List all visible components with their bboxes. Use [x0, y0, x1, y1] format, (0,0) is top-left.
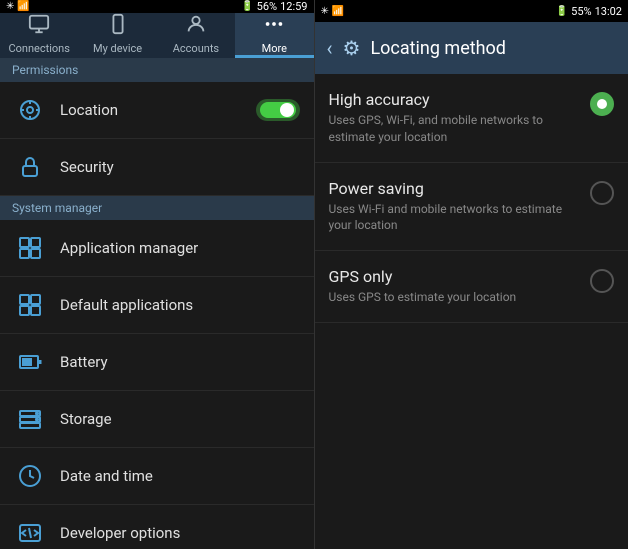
high-accuracy-text: High accuracy Uses GPS, Wi-Fi, and mobil… — [329, 90, 581, 146]
left-panel: ✳ 📶 🔋 56% 12:59 Connections My devic — [0, 0, 314, 549]
locating-option-high-accuracy[interactable]: High accuracy Uses GPS, Wi-Fi, and mobil… — [315, 74, 628, 163]
right-battery-icon: 🔋 — [556, 6, 568, 17]
tab-more-label: More — [262, 42, 287, 55]
gps-only-title: GPS only — [329, 267, 581, 286]
high-accuracy-radio[interactable] — [590, 92, 614, 116]
accounts-icon — [185, 13, 207, 40]
left-status-bar: ✳ 📶 🔋 56% 12:59 — [0, 0, 314, 13]
power-saving-desc: Uses Wi-Fi and mobile networks to estima… — [329, 201, 581, 235]
right-header: ‹ ⚙ Locating method — [315, 22, 628, 74]
right-status-right: 🔋 55% 13:02 — [556, 5, 622, 18]
menu-item-battery[interactable]: Battery — [0, 334, 314, 391]
tab-connections-label: Connections — [8, 42, 69, 55]
gps-only-desc: Uses GPS to estimate your location — [329, 289, 581, 306]
default-applications-icon — [14, 289, 46, 321]
battery-icon-left: 🔋 — [241, 1, 253, 12]
default-applications-label: Default applications — [60, 296, 193, 314]
menu-item-security[interactable]: Security — [0, 139, 314, 196]
menu-item-date-and-time[interactable]: Date and time — [0, 448, 314, 505]
date-and-time-label: Date and time — [60, 467, 153, 485]
menu-item-application-manager[interactable]: Application manager — [0, 220, 314, 277]
high-accuracy-title: High accuracy — [329, 90, 581, 109]
right-battery-percent: 55% — [571, 5, 591, 18]
left-time: 12:59 — [280, 0, 307, 13]
power-saving-text: Power saving Uses Wi-Fi and mobile netwo… — [329, 179, 581, 235]
gps-only-radio[interactable] — [590, 269, 614, 293]
left-status-icons: ✳ 📶 — [6, 1, 30, 12]
back-button[interactable]: ‹ — [327, 36, 333, 60]
connections-icon — [28, 13, 50, 40]
right-signal-icon: 📶 — [332, 6, 344, 17]
section-permissions-header: Permissions — [0, 58, 314, 82]
menu-item-default-applications[interactable]: Default applications — [0, 277, 314, 334]
right-time: 13:02 — [595, 5, 622, 18]
security-label: Security — [60, 158, 114, 176]
tab-my-device-label: My device — [93, 42, 142, 55]
storage-icon — [14, 403, 46, 435]
security-icon — [14, 151, 46, 183]
more-icon — [263, 13, 285, 40]
right-panel: ✳ 📶 🔋 55% 13:02 ‹ ⚙ Locating method High… — [315, 0, 628, 549]
tab-more[interactable]: More — [235, 13, 313, 58]
battery-label: Battery — [60, 353, 108, 371]
location-toggle[interactable] — [256, 99, 300, 121]
my-device-icon — [107, 13, 129, 40]
toggle-knob — [280, 103, 294, 117]
section-system-manager-header: System manager — [0, 196, 314, 220]
bluetooth-icon: ✳ — [6, 1, 14, 12]
application-manager-icon — [14, 232, 46, 264]
power-saving-radio[interactable] — [590, 181, 614, 205]
settings-gear-icon: ⚙ — [343, 36, 361, 60]
location-label: Location — [60, 101, 118, 119]
storage-label: Storage — [60, 410, 112, 428]
tab-bar: Connections My device Accounts — [0, 13, 314, 58]
tab-accounts[interactable]: Accounts — [157, 13, 235, 58]
gps-only-text: GPS only Uses GPS to estimate your locat… — [329, 267, 581, 306]
locating-option-power-saving[interactable]: Power saving Uses Wi-Fi and mobile netwo… — [315, 163, 628, 252]
left-battery-percent: 56% — [257, 0, 277, 13]
left-status-right: 🔋 56% 12:59 — [241, 0, 307, 13]
menu-item-storage[interactable]: Storage — [0, 391, 314, 448]
tab-connections[interactable]: Connections — [0, 13, 78, 58]
right-header-title: Locating method — [370, 38, 506, 59]
locating-options-list: High accuracy Uses GPS, Wi-Fi, and mobil… — [315, 74, 628, 549]
right-status-icons: ✳ 📶 — [321, 6, 345, 17]
menu-item-location[interactable]: Location — [0, 82, 314, 139]
menu-item-developer-options[interactable]: Developer options — [0, 505, 314, 549]
tab-accounts-label: Accounts — [173, 42, 219, 55]
signal-icon: 📶 — [17, 1, 29, 12]
application-manager-label: Application manager — [60, 239, 198, 257]
developer-options-icon — [14, 517, 46, 549]
locating-option-gps-only[interactable]: GPS only Uses GPS to estimate your locat… — [315, 251, 628, 323]
location-icon — [14, 94, 46, 126]
right-bluetooth-icon: ✳ — [321, 6, 329, 17]
battery-menu-icon — [14, 346, 46, 378]
developer-options-label: Developer options — [60, 524, 180, 542]
date-and-time-icon — [14, 460, 46, 492]
power-saving-title: Power saving — [329, 179, 581, 198]
right-status-bar: ✳ 📶 🔋 55% 13:02 — [315, 0, 628, 22]
tab-my-device[interactable]: My device — [78, 13, 156, 58]
high-accuracy-desc: Uses GPS, Wi-Fi, and mobile networks to … — [329, 112, 581, 146]
